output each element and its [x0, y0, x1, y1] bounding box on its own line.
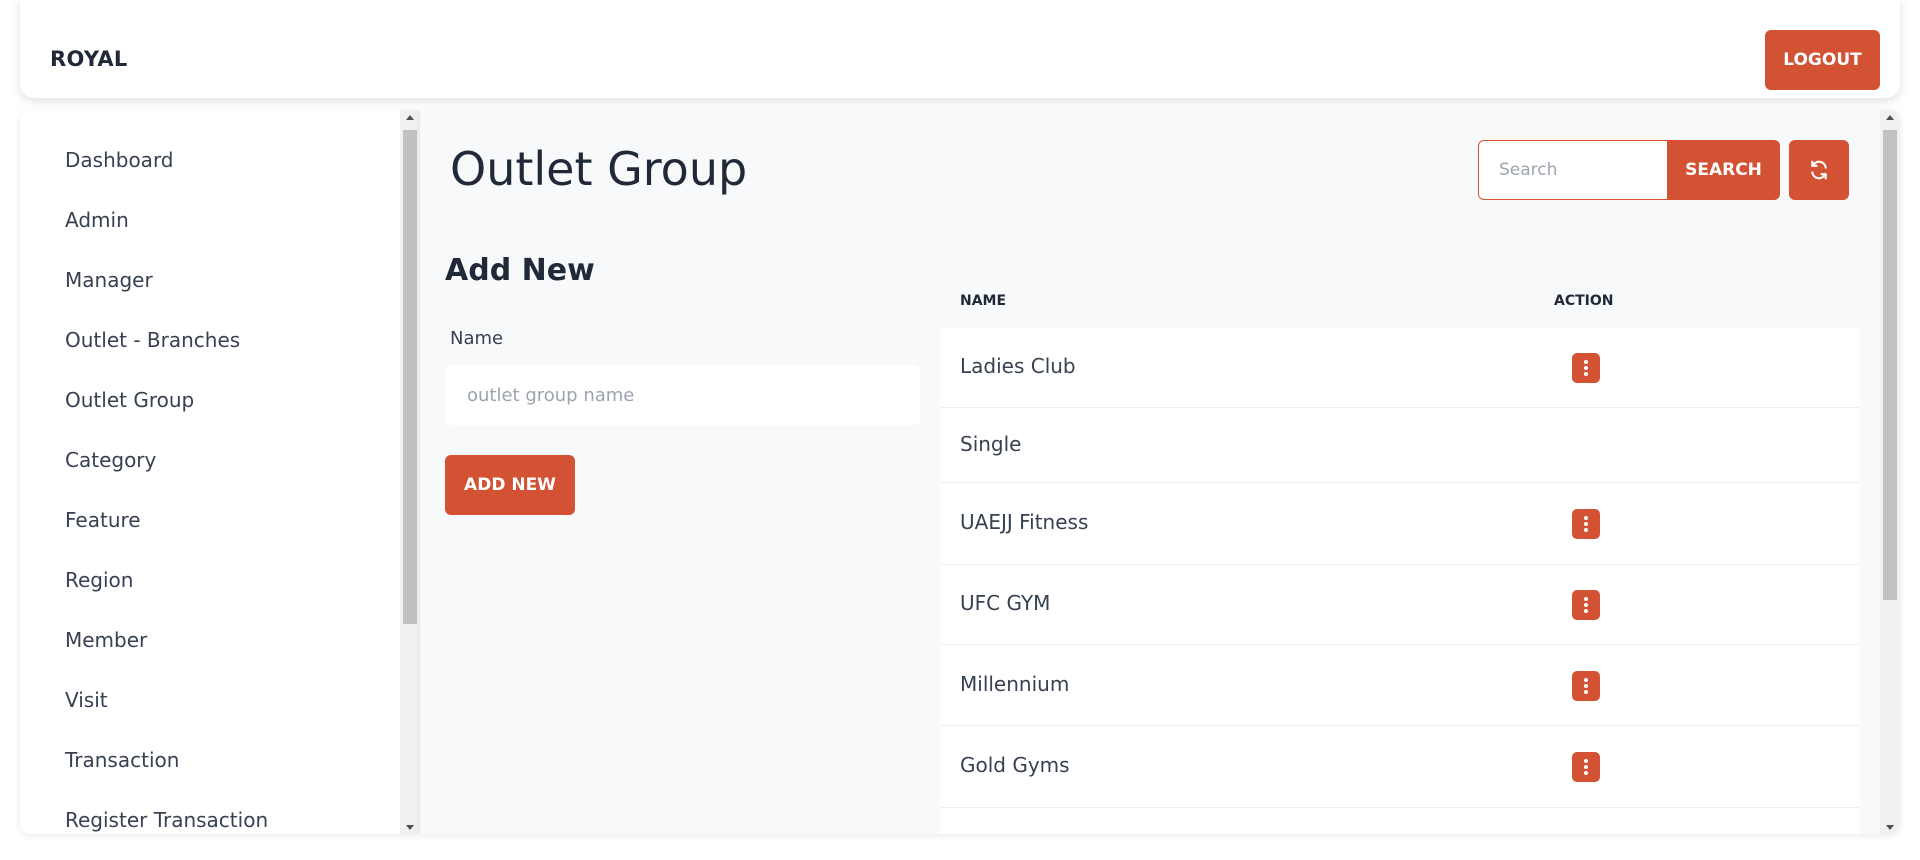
refresh-button[interactable]: [1789, 140, 1849, 200]
sidebar-item-manager[interactable]: Manager: [65, 268, 153, 292]
table-row: Ladies Club: [940, 328, 1860, 408]
logout-button[interactable]: LOGOUT: [1765, 30, 1880, 90]
sidebar-item-region[interactable]: Region: [65, 568, 133, 592]
page-title: Outlet Group: [450, 142, 748, 196]
row-actions-button[interactable]: [1572, 590, 1600, 620]
top-navbar: ROYAL LOGOUT: [20, 0, 1900, 98]
table-row: UAEJJ Fitness: [940, 483, 1860, 565]
row-name: Ladies Club: [960, 354, 1076, 378]
table-row: Gold Gyms: [940, 726, 1860, 808]
sidebar-item-feature[interactable]: Feature: [65, 508, 141, 532]
table-row: Single: [940, 408, 1860, 483]
sidebar-item-dashboard[interactable]: Dashboard: [65, 148, 174, 172]
main-scrollbar-thumb[interactable]: [1883, 130, 1897, 600]
scroll-up-arrow-icon[interactable]: [1880, 110, 1900, 124]
name-label: Name: [450, 328, 504, 349]
refresh-icon: [1811, 160, 1827, 180]
add-new-heading: Add New: [445, 253, 595, 288]
sidebar-item-visit[interactable]: Visit: [65, 688, 108, 712]
row-name: UFC GYM: [960, 591, 1051, 615]
sidebar-item-member[interactable]: Member: [65, 628, 147, 652]
main-panel: Outlet Group SEARCH Add New Name ADD NEW…: [420, 110, 1900, 834]
table-row: Millennium: [940, 645, 1860, 726]
sidebar-scrollbar[interactable]: [400, 110, 420, 834]
table-row: UFC GYM: [940, 565, 1860, 645]
scroll-up-arrow-icon[interactable]: [400, 110, 420, 124]
column-header-action: ACTION: [1554, 293, 1614, 309]
sidebar-item-transaction[interactable]: Transaction: [65, 748, 179, 772]
outlet-group-table: Ladies Club Single UAEJJ Fitness UFC GYM…: [940, 328, 1860, 834]
sidebar-item-admin[interactable]: Admin: [65, 208, 129, 232]
search-input[interactable]: [1478, 140, 1668, 200]
search-button[interactable]: SEARCH: [1667, 140, 1780, 200]
outlet-group-name-field[interactable]: [445, 365, 920, 425]
sidebar-scrollbar-thumb[interactable]: [403, 130, 417, 624]
add-new-button[interactable]: ADD NEW: [445, 455, 575, 515]
scroll-down-arrow-icon[interactable]: [400, 820, 420, 834]
row-name: UAEJJ Fitness: [960, 510, 1089, 534]
sidebar-item-register-transaction[interactable]: Register Transaction: [65, 808, 268, 832]
row-name: Millennium: [960, 672, 1070, 696]
column-header-name: NAME: [960, 293, 1007, 309]
sidebar: Dashboard Admin Manager Outlet - Branche…: [20, 110, 420, 834]
sidebar-item-outlet-branches[interactable]: Outlet - Branches: [65, 328, 240, 352]
row-actions-button[interactable]: [1572, 671, 1600, 701]
row-actions-button[interactable]: [1572, 752, 1600, 782]
sidebar-item-outlet-group[interactable]: Outlet Group: [65, 388, 194, 412]
row-actions-button[interactable]: [1572, 509, 1600, 539]
sidebar-item-category[interactable]: Category: [65, 448, 156, 472]
row-name: Single: [960, 432, 1022, 456]
row-actions-button[interactable]: [1572, 353, 1600, 383]
brand-logo[interactable]: ROYAL: [50, 47, 128, 71]
main-scrollbar[interactable]: [1880, 110, 1900, 834]
scroll-down-arrow-icon[interactable]: [1880, 820, 1900, 834]
row-name: Gold Gyms: [960, 753, 1070, 777]
